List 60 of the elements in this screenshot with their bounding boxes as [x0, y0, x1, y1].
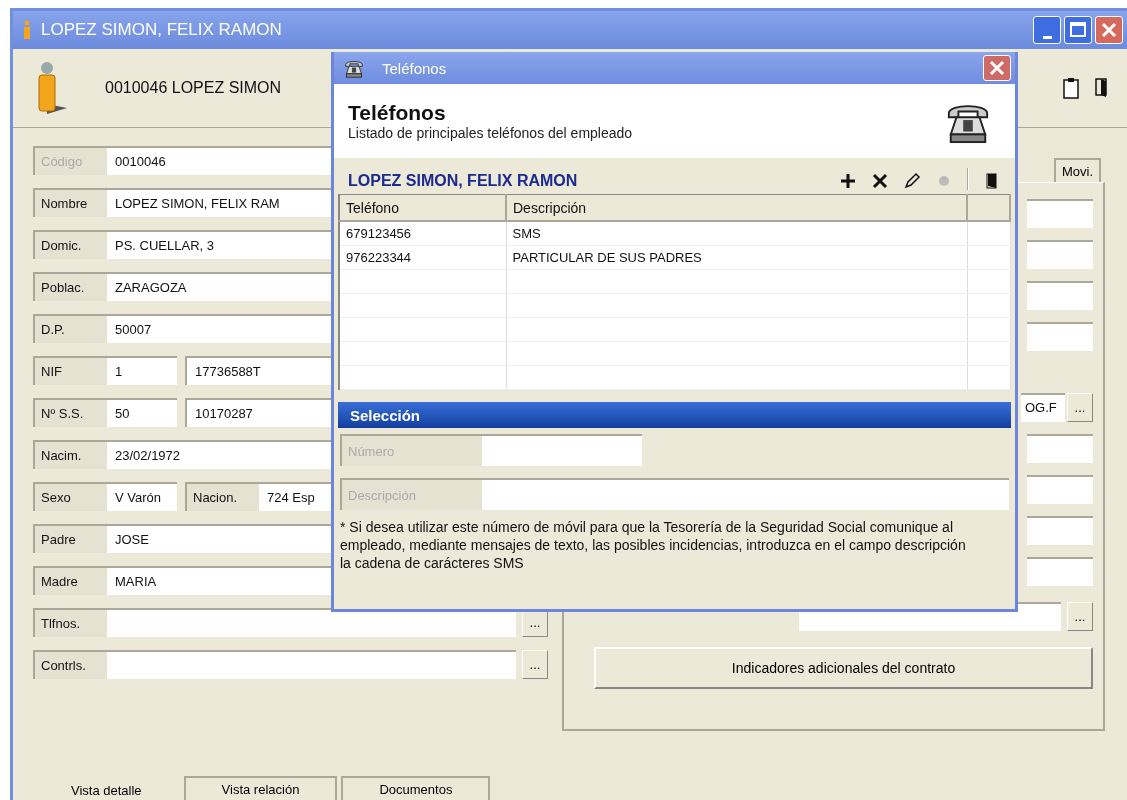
text-field[interactable]: Nacim. 23/02/1972: [33, 440, 331, 469]
text-field[interactable]: Nombre LOPEZ SIMON, FELIX RAM: [33, 188, 331, 217]
close-icon: [989, 60, 1005, 76]
text-field[interactable]: [1027, 557, 1093, 586]
text-field[interactable]: Tlfnos.: [33, 608, 516, 637]
help-note: * Si desea utilizar este número de móvil para que la Tesorería de la Seguridad Social comunique al empleado, mediante mensajes de texto, las posibles incidencias, introduzca en el campo descripción la cadena de carácteres SMS: [339, 518, 967, 572]
dialog-heading: Teléfonos: [348, 101, 447, 125]
dialog-subtitle: Listado de principales teléfonos del empleado: [348, 125, 633, 141]
phone-icon: [344, 58, 364, 78]
text-field[interactable]: Poblac. ZARAGOZA: [33, 272, 331, 301]
close-icon: [1101, 22, 1117, 38]
close-button[interactable]: [983, 55, 1011, 81]
clipboard-icon[interactable]: [1063, 77, 1079, 99]
text-field[interactable]: D.P. 50007: [33, 314, 331, 343]
text-field[interactable]: OG.F: [1021, 393, 1065, 422]
column-header[interactable]: Descripción: [506, 194, 967, 221]
text-field[interactable]: Sexo V Varón: [33, 482, 177, 511]
text-field[interactable]: Madre MARIA: [33, 566, 331, 595]
pencil-icon[interactable]: [903, 172, 921, 190]
text-field[interactable]: [1027, 322, 1093, 351]
contract-indicators-button[interactable]: Indicadores adicionales del contrato: [594, 647, 1093, 689]
text-field[interactable]: [1027, 240, 1093, 269]
tab[interactable]: Documentos: [341, 776, 491, 800]
text-field[interactable]: [1027, 434, 1093, 463]
table-cell: 679123456: [339, 221, 506, 246]
text-field[interactable]: Padre JOSE: [33, 524, 331, 553]
door-icon[interactable]: [1095, 78, 1107, 98]
browse-button[interactable]: ...: [1067, 602, 1093, 631]
text-field[interactable]: [1027, 516, 1093, 545]
text-field[interactable]: [1027, 199, 1093, 228]
text-field[interactable]: Nº S.S. 50: [33, 398, 177, 427]
minimize-icon: [1042, 35, 1052, 39]
text-field[interactable]: Contrls.: [33, 650, 516, 679]
info-icon: [21, 20, 33, 40]
column-header[interactable]: Teléfono: [339, 194, 506, 221]
tab[interactable]: Movi.: [1053, 158, 1101, 182]
table-cell: 976223344: [339, 245, 506, 270]
section-header: Selección: [338, 402, 1011, 428]
window-title: LOPEZ SIMON, FELIX RAMON: [41, 20, 282, 40]
add-icon[interactable]: [839, 172, 857, 190]
text-field[interactable]: NIF 1: [33, 356, 177, 385]
text-field[interactable]: 17736588T: [185, 356, 331, 385]
employee-heading: 0010046 LOPEZ SIMON: [105, 79, 282, 97]
employee-name: LOPEZ SIMON, FELIX RAMON: [348, 172, 578, 190]
text-field[interactable]: [1027, 475, 1093, 504]
dialog-title: Teléfonos: [382, 59, 447, 77]
maximize-icon: [1070, 22, 1086, 38]
text-field[interactable]: Nacion. 724 Esp: [185, 482, 331, 511]
text-field[interactable]: Domic. PS. CUELLAR, 3: [33, 230, 331, 259]
close-button[interactable]: [1095, 16, 1123, 44]
maximize-button[interactable]: [1064, 16, 1092, 44]
browse-button[interactable]: ...: [522, 650, 548, 679]
text-field[interactable]: 10170287: [185, 398, 331, 427]
text-field[interactable]: [1027, 281, 1093, 310]
delete-icon[interactable]: [871, 172, 889, 190]
minimize-button[interactable]: [1033, 16, 1061, 44]
browse-button[interactable]: ...: [1067, 393, 1093, 422]
table-cell: SMS: [506, 221, 967, 246]
tab[interactable]: Vista relación: [183, 776, 338, 800]
table-cell: PARTICULAR DE SUS PADRES: [506, 245, 967, 270]
